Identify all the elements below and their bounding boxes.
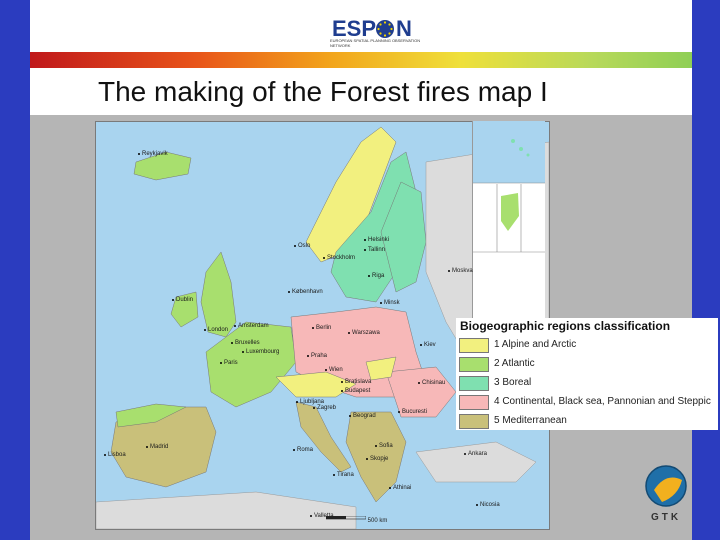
city-label: Zagreb (312, 405, 337, 411)
slide-title: The making of the Forest fires map I (98, 76, 548, 107)
slide-header: ESP N EUROPEAN SPATIAL PLANNING OBSERVAT… (30, 0, 692, 68)
legend-label: 5 Mediterranean (494, 415, 567, 426)
city-label: Bucuresti (397, 409, 428, 415)
city-label: Warszawa (348, 330, 380, 336)
city-label: London (203, 327, 229, 333)
legend-label: 3 Boreal (494, 377, 532, 388)
city-label: Bruxelles (231, 340, 260, 346)
title-band: The making of the Forest fires map I (30, 68, 692, 115)
legend-label: 4 Continental, Black sea, Pannonian and … (494, 396, 711, 407)
gtk-globe-icon (645, 465, 687, 507)
city-label: Moskva (448, 268, 473, 274)
city-label: Minsk (380, 300, 400, 306)
legend-label: 2 Atlantic (494, 358, 535, 369)
legend-title: Biogeographic regions classification (460, 319, 671, 333)
city-label: Paris (220, 360, 238, 366)
city-label: Wien (325, 367, 343, 373)
color-gradient-stripe (30, 52, 692, 68)
legend-label: 1 Alpine and Arctic (494, 339, 577, 350)
region-britain (200, 251, 237, 338)
legend-panel: Biogeographic regions classification 1 A… (456, 318, 718, 430)
city-label: Sofia (375, 443, 393, 449)
scale-bar-graphic (325, 515, 367, 520)
region-italy (295, 401, 352, 473)
city-label: Lisboa (104, 452, 126, 458)
city-label: Kiev (420, 342, 436, 348)
city-label: Tirana (333, 472, 354, 478)
city-label: Bratislava (340, 379, 372, 385)
city-label: Tallinn (363, 247, 386, 253)
gtk-logo: GTK (640, 462, 692, 534)
city-label: Skopje (365, 456, 389, 462)
city-label: Helsinki (363, 237, 390, 243)
city-label: Stockholm (322, 255, 356, 261)
left-blue-bar (0, 0, 30, 540)
legend-swatch (459, 395, 489, 410)
city-label: Roma (292, 447, 314, 453)
legend-item-continental: 4 Continental, Black sea, Pannonian and … (459, 393, 717, 412)
legend-item-alpine: 1 Alpine and Arctic (459, 336, 717, 355)
city-label: Luxembourg (241, 349, 280, 355)
right-blue-bar (692, 0, 720, 540)
espon-tagline: EUROPEAN SPATIAL PLANNING OBSERVATION NE… (330, 38, 421, 48)
city-label: Ankara (463, 451, 488, 457)
overseas-insets (472, 121, 545, 321)
city-label: Oslo (293, 243, 311, 249)
legend-swatch (459, 414, 489, 429)
city-label: Nicosia (476, 502, 500, 508)
legend-swatch (459, 376, 489, 391)
city-label: Budapest (340, 388, 371, 394)
city-label: Berlin (311, 325, 332, 331)
map-scale-bar: 500 km (325, 515, 388, 524)
city-label: Chisinau (417, 380, 446, 386)
legend-item-boreal: 3 Boreal (459, 374, 717, 393)
city-label: Reykjavik (138, 151, 168, 157)
region-turkey (415, 441, 537, 483)
city-label: Beograd (349, 413, 376, 419)
city-label: København (288, 289, 323, 295)
city-label: Athinai (388, 485, 412, 491)
overseas-inset-maps (473, 121, 545, 253)
legend-swatch (459, 357, 489, 372)
legend-item-mediterranean: 5 Mediterranean (459, 412, 717, 431)
city-label: Dublin (171, 297, 194, 303)
city-label: Riga (367, 273, 385, 279)
legend-swatch (459, 338, 489, 353)
legend-item-atlantic: 2 Atlantic (459, 355, 717, 374)
gtk-wordmark: GTK (650, 512, 682, 523)
scale-bar-label: 500 km (367, 518, 388, 524)
region-north-africa (96, 491, 357, 529)
city-label: Madrid (145, 444, 169, 450)
city-label: Praha (306, 353, 328, 359)
city-label: Amsterdam (234, 323, 269, 329)
